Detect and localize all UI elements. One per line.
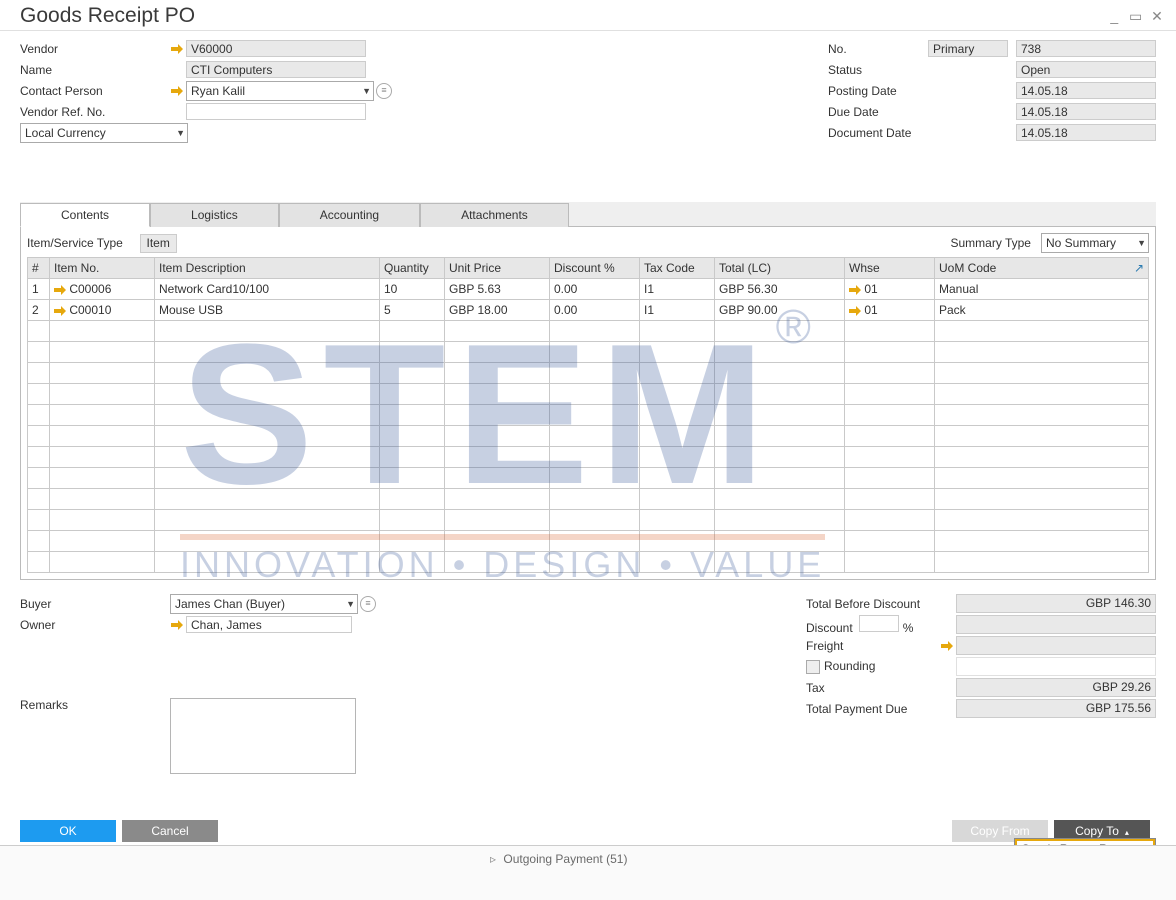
freight-label: Freight	[806, 639, 956, 653]
tab-accounting[interactable]: Accounting	[279, 203, 420, 227]
item-service-type-field[interactable]: Item	[140, 234, 177, 253]
due-date-field[interactable]: 14.05.18	[1016, 103, 1156, 120]
currency-select[interactable]: Local Currency▼	[20, 123, 188, 143]
table-row[interactable]	[28, 363, 1149, 384]
tab-attachments[interactable]: Attachments	[420, 203, 569, 227]
remarks-label: Remarks	[20, 698, 170, 712]
titlebar: Goods Receipt PO _ ▭ ✕	[0, 0, 1176, 31]
table-row[interactable]	[28, 489, 1149, 510]
link-arrow-icon[interactable]	[849, 282, 861, 296]
tab-contents[interactable]: Contents	[20, 203, 150, 227]
contact-person-select[interactable]: Ryan Kalil▼	[186, 81, 374, 101]
status-label: Status	[828, 63, 928, 77]
col-desc[interactable]: Item Description	[155, 258, 380, 279]
table-row[interactable]	[28, 321, 1149, 342]
chevron-right-icon: ▹	[490, 852, 496, 866]
contact-label: Contact Person	[20, 84, 170, 98]
tbd-label: Total Before Discount	[806, 597, 956, 611]
tax-label: Tax	[806, 681, 956, 695]
table-row[interactable]: 2 C00010Mouse USB5GBP 18.000.00I1GBP 90.…	[28, 300, 1149, 321]
col-tax[interactable]: Tax Code	[640, 258, 715, 279]
rounding-checkbox[interactable]	[806, 660, 820, 674]
vendor-code-field[interactable]: V60000	[186, 40, 366, 57]
col-whse[interactable]: Whse	[845, 258, 935, 279]
col-uom[interactable]: UoM Code↗	[935, 258, 1149, 279]
tbd-value: GBP 146.30	[956, 594, 1156, 613]
outgoing-payment-link[interactable]: Outgoing Payment (51)	[503, 852, 627, 866]
link-arrow-icon[interactable]	[54, 282, 66, 296]
doc-date-label: Document Date	[828, 126, 928, 140]
window-title: Goods Receipt PO	[20, 4, 195, 28]
table-row[interactable]	[28, 531, 1149, 552]
col-price[interactable]: Unit Price	[445, 258, 550, 279]
no-label: No.	[828, 42, 928, 56]
tabstrip: Contents Logistics Accounting Attachment…	[20, 202, 1156, 227]
table-row[interactable]: 1 C00006Network Card10/10010GBP 5.630.00…	[28, 279, 1149, 300]
freight-value	[956, 636, 1156, 655]
buyer-define-icon[interactable]: ≡	[360, 596, 376, 612]
col-disc[interactable]: Discount %	[550, 258, 640, 279]
total-due-label: Total Payment Due	[806, 702, 956, 716]
total-due-value: GBP 175.56	[956, 699, 1156, 718]
vendor-name-field: CTI Computers	[186, 61, 366, 78]
button-bar: OK Cancel Copy From Copy To▴	[20, 820, 1156, 842]
link-arrow-icon[interactable]	[849, 303, 861, 317]
rounding-value	[956, 657, 1156, 676]
vendor-panel: Vendor V60000 Name CTI Computers Contact…	[20, 39, 392, 142]
discount-value	[956, 615, 1156, 634]
ok-button[interactable]: OK	[20, 820, 116, 842]
vendor-label: Vendor	[20, 42, 170, 56]
document-panel: No. Primary 738 Status Open Posting Date…	[828, 39, 1156, 142]
summary-type-select[interactable]: No Summary▼	[1041, 233, 1149, 253]
col-item-no[interactable]: Item No.	[50, 258, 155, 279]
link-arrow-icon[interactable]	[170, 43, 184, 55]
owner-field[interactable]: Chan, James	[186, 616, 352, 633]
status-strip: ▹ Outgoing Payment (51)	[0, 845, 1176, 900]
discount-pct-input[interactable]	[859, 615, 899, 632]
table-row[interactable]	[28, 405, 1149, 426]
cancel-button[interactable]: Cancel	[122, 820, 218, 842]
link-arrow-icon[interactable]	[940, 640, 954, 652]
rounding-label: Rounding	[806, 659, 956, 674]
link-arrow-icon[interactable]	[54, 303, 66, 317]
tab-logistics[interactable]: Logistics	[150, 203, 279, 227]
due-date-label: Due Date	[828, 105, 928, 119]
doc-date-field[interactable]: 14.05.18	[1016, 124, 1156, 141]
contact-define-new-icon[interactable]: ≡	[376, 83, 392, 99]
table-row[interactable]	[28, 384, 1149, 405]
remarks-textarea[interactable]	[170, 698, 356, 774]
table-row[interactable]	[28, 447, 1149, 468]
col-total[interactable]: Total (LC)	[715, 258, 845, 279]
buyer-select[interactable]: James Chan (Buyer)▼	[170, 594, 358, 614]
item-service-type-label: Item/Service Type	[27, 236, 123, 250]
col-qty[interactable]: Quantity	[380, 258, 445, 279]
status-field: Open	[1016, 61, 1156, 78]
vendor-ref-label: Vendor Ref. No.	[20, 105, 170, 119]
minimize-icon[interactable]: _	[1105, 8, 1123, 24]
tax-value: GBP 29.26	[956, 678, 1156, 697]
name-label: Name	[20, 63, 170, 77]
posting-date-field[interactable]: 14.05.18	[1016, 82, 1156, 99]
vendor-ref-input[interactable]	[186, 103, 366, 120]
table-row[interactable]	[28, 426, 1149, 447]
link-arrow-icon[interactable]	[170, 619, 184, 631]
no-series-field[interactable]: Primary	[928, 40, 1008, 57]
posting-date-label: Posting Date	[828, 84, 928, 98]
expand-grid-icon[interactable]: ↗	[1134, 261, 1144, 275]
line-items-grid[interactable]: # Item No. Item Description Quantity Uni…	[27, 257, 1149, 573]
summary-type-label: Summary Type	[951, 236, 1031, 250]
table-row[interactable]	[28, 468, 1149, 489]
discount-label: Discount %	[806, 615, 956, 635]
table-row[interactable]	[28, 510, 1149, 531]
table-row[interactable]	[28, 342, 1149, 363]
doc-number-field[interactable]: 738	[1016, 40, 1156, 57]
owner-label: Owner	[20, 618, 170, 632]
close-icon[interactable]: ✕	[1148, 8, 1166, 25]
buyer-label: Buyer	[20, 597, 170, 611]
col-idx[interactable]: #	[28, 258, 50, 279]
maximize-icon[interactable]: ▭	[1127, 8, 1145, 25]
table-row[interactable]	[28, 552, 1149, 573]
link-arrow-icon[interactable]	[170, 85, 184, 97]
